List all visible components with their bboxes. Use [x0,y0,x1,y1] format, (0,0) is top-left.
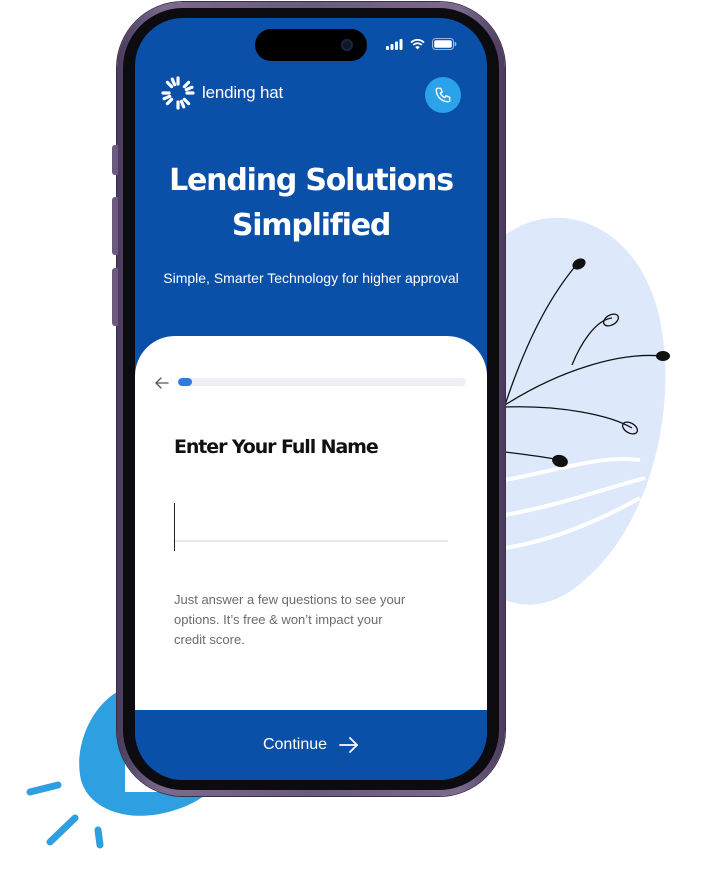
volume-up-button [112,197,118,255]
volume-down-button [112,268,118,326]
call-button[interactable] [425,77,461,113]
front-camera [341,39,353,51]
phone-icon [435,87,451,103]
helper-line-2: options. It’s free & won’t impact your [174,612,383,627]
progress-fill [178,378,193,386]
helper-line-3: credit score. [174,632,245,647]
headline-line-2: Simplified [231,208,392,243]
hero-subtitle: Simple, Smarter Technology for higher ap… [163,270,459,286]
wifi-icon [410,38,425,49]
progress-bar [178,378,466,386]
brand-name: lending hat [202,83,283,102]
lending-hat-logo-icon [161,76,195,110]
form-card: Enter Your Full Name Just answer a few q… [135,336,487,710]
helper-line-1: Just answer a few questions to see your [174,592,406,607]
cellular-signal-icon [386,38,403,50]
back-button[interactable] [155,374,169,393]
continue-button[interactable]: Continue [135,710,487,780]
text-cursor [174,503,175,551]
continue-label: Continue [262,736,328,753]
dynamic-island [255,29,367,61]
light-blue-blob [505,217,666,605]
full-name-input[interactable] [174,486,448,542]
status-bar [386,38,457,50]
helper-text: Just answer a few questions to see your … [174,590,444,650]
hero-headline: Lending Solutions Simplified [135,158,487,248]
battery-icon [432,38,457,50]
headline-line-1: Lending Solutions [169,163,454,198]
arrow-left-icon [155,377,169,389]
brand-logo[interactable]: lending hat [161,76,283,110]
phone-screen: lending hat Lending Solutions Simplified… [135,18,487,780]
action-button [112,145,118,175]
question-title: Enter Your Full Name [174,436,379,458]
arrow-right-icon [339,737,358,753]
